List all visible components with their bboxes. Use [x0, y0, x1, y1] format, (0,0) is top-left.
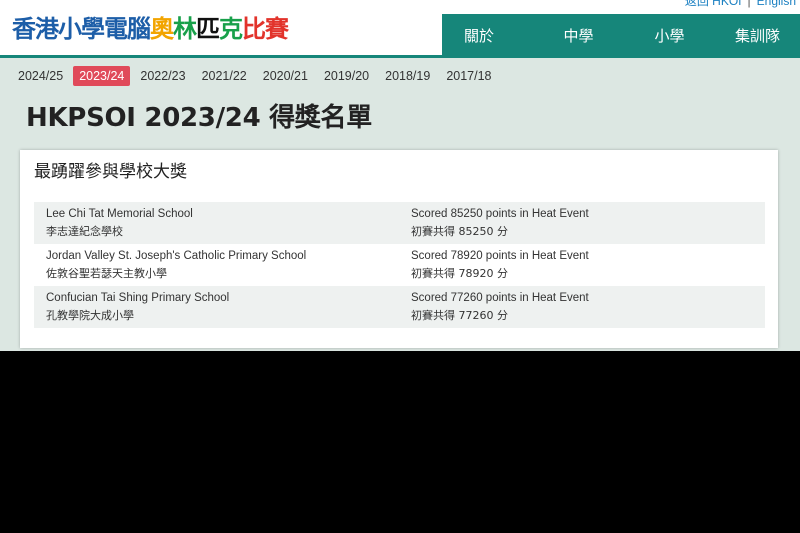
score-en: Scored 78920 points in Heat Event [411, 250, 589, 262]
table-row: Confucian Tai Shing Primary School 孔教學院大… [34, 286, 765, 328]
header-underline [0, 55, 442, 58]
site-logo[interactable]: 香港小學電腦奧林匹克比賽 [12, 14, 289, 44]
top-links-separator: | [747, 0, 751, 8]
page: 返回 HKOI | English 香港小學電腦奧林匹克比賽 關於 中學 小學 集訓… [0, 0, 800, 351]
logo-part: 林 [173, 15, 197, 43]
table-row: Jordan Valley St. Joseph's Catholic Prim… [34, 244, 765, 286]
year-tab-2021-22[interactable]: 2021/22 [196, 66, 253, 86]
school-name-en: Jordan Valley St. Joseph's Catholic Prim… [46, 250, 307, 262]
back-to-hkoi-link[interactable]: 返回 HKOI [685, 0, 742, 8]
nav-item-secondary[interactable]: 中學 [533, 14, 624, 58]
logo-part: 香港小學電腦 [12, 15, 151, 43]
school-cell: Confucian Tai Shing Primary School 孔教學院大… [34, 290, 411, 328]
logo-part: 匹 [196, 15, 220, 43]
award-table: Lee Chi Tat Memorial School 李志達紀念學校 Scor… [34, 202, 765, 328]
award-card: 最踴躍參與學校大獎 Lee Chi Tat Memorial School 李志… [20, 150, 778, 348]
logo-part: 克 [219, 15, 243, 43]
main-nav: 關於 中學 小學 集訓隊 [442, 14, 800, 58]
award-title: 最踴躍參與學校大獎 [34, 162, 187, 182]
score-en: Scored 77260 points in Heat Event [411, 292, 589, 304]
year-tab-2020-21[interactable]: 2020/21 [257, 66, 314, 86]
score-zh: 初賽共得 78920 分 [411, 267, 508, 280]
school-name-en: Confucian Tai Shing Primary School [46, 292, 230, 304]
logo-part: 比賽 [242, 15, 289, 43]
nav-item-primary[interactable]: 小學 [624, 14, 715, 58]
year-tab-2024-25[interactable]: 2024/25 [12, 66, 69, 86]
score-cell: Scored 78920 points in Heat Event 初賽共得 7… [411, 248, 765, 286]
year-tab-2022-23[interactable]: 2022/23 [134, 66, 191, 86]
score-cell: Scored 77260 points in Heat Event 初賽共得 7… [411, 290, 765, 328]
school-name-zh: 李志達紀念學校 [46, 225, 123, 238]
year-tab-2017-18[interactable]: 2017/18 [440, 66, 497, 86]
nav-item-training-team[interactable]: 集訓隊 [715, 14, 800, 58]
site-header: 返回 HKOI | English 香港小學電腦奧林匹克比賽 關於 中學 小學 集訓… [0, 0, 800, 58]
score-en: Scored 85250 points in Heat Event [411, 208, 589, 220]
nav-item-about[interactable]: 關於 [442, 14, 533, 58]
school-name-en: Lee Chi Tat Memorial School [46, 208, 193, 220]
year-tab-2018-19[interactable]: 2018/19 [379, 66, 436, 86]
year-tabs: 2024/25 2023/24 2022/23 2021/22 2020/21 … [12, 66, 502, 86]
logo-part: 奧 [150, 15, 174, 43]
year-tab-2023-24[interactable]: 2023/24 [73, 66, 131, 86]
table-row: Lee Chi Tat Memorial School 李志達紀念學校 Scor… [34, 202, 765, 244]
school-cell: Lee Chi Tat Memorial School 李志達紀念學校 [34, 206, 411, 244]
score-zh: 初賽共得 77260 分 [411, 309, 508, 322]
score-cell: Scored 85250 points in Heat Event 初賽共得 8… [411, 206, 765, 244]
top-links: 返回 HKOI | English [685, 0, 796, 8]
english-link[interactable]: English [757, 0, 796, 8]
page-title: HKPSOI 2023/24 得獎名單 [26, 103, 372, 133]
score-zh: 初賽共得 85250 分 [411, 225, 508, 238]
school-name-zh: 孔教學院大成小學 [46, 309, 134, 322]
school-name-zh: 佐敦谷聖若瑟天主教小學 [46, 267, 167, 280]
school-cell: Jordan Valley St. Joseph's Catholic Prim… [34, 248, 411, 286]
year-tab-2019-20[interactable]: 2019/20 [318, 66, 375, 86]
